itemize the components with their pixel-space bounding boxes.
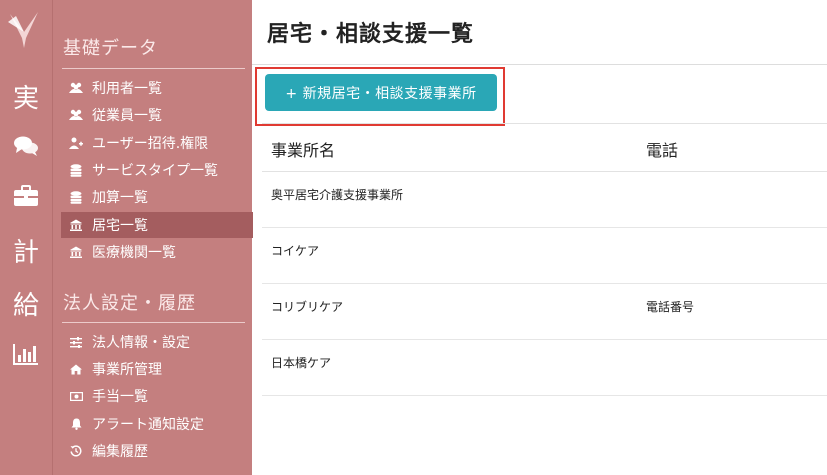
phone-cell: 電話番号 xyxy=(646,300,695,314)
sidebar-item-label: 法人情報・設定 xyxy=(92,335,190,351)
sidebar-item-label: 編集履歴 xyxy=(92,444,148,460)
sidebar-item-employees[interactable]: 従業員一覧 xyxy=(61,102,253,128)
button-divider xyxy=(262,123,827,124)
sidebar-item-edit-history[interactable]: 編集履歴 xyxy=(61,438,253,464)
users-icon xyxy=(69,81,83,95)
sidebar-item-label: 医療機関一覧 xyxy=(92,245,176,261)
sidebar-item-user-invite[interactable]: ユーザー招待.権限 xyxy=(61,130,253,156)
database-icon xyxy=(69,163,83,177)
column-header-phone: 電話 xyxy=(646,141,679,160)
sidebar-item-additions[interactable]: 加算一覧 xyxy=(61,184,253,210)
sidebar-item-corporate-info[interactable]: 法人情報・設定 xyxy=(61,329,253,355)
user-plus-icon xyxy=(69,136,83,150)
sidebar-item-users[interactable]: 利用者一覧 xyxy=(61,75,253,101)
section-divider xyxy=(62,68,245,69)
chat-icon[interactable] xyxy=(0,126,52,166)
sidebar-item-home-care[interactable]: 居宅一覧 xyxy=(61,212,253,238)
sidebar-item-service-types[interactable]: サービスタイプ一覧 xyxy=(61,157,253,183)
rail-kei-icon[interactable]: 計 xyxy=(0,230,52,270)
sidebar-item-label: ユーザー招待.権限 xyxy=(92,136,209,152)
title-divider xyxy=(252,64,827,65)
section-title-corporate: 法人設定・履歴 xyxy=(63,293,196,314)
rail-kyuu-icon[interactable]: 給 xyxy=(0,283,52,323)
institution-icon xyxy=(69,218,83,232)
office-name-cell[interactable]: 日本橋ケア xyxy=(271,354,331,371)
sidebar-item-medical[interactable]: 医療機関一覧 xyxy=(61,239,253,265)
sidebar-item-alerts[interactable]: アラート通知設定 xyxy=(61,411,253,437)
rail-jitsu-icon[interactable]: 実 xyxy=(0,76,52,116)
table-row[interactable]: コリブリケア 電話番号 xyxy=(262,284,827,340)
sidebar-item-label: アラート通知設定 xyxy=(92,417,204,433)
history-icon xyxy=(69,444,83,458)
table-row[interactable]: 日本橋ケア xyxy=(262,340,827,396)
bar-chart-icon[interactable] xyxy=(0,334,52,374)
sidebar-item-label: 利用者一覧 xyxy=(92,81,162,97)
office-name-cell[interactable]: コリブリケア xyxy=(271,298,343,315)
main-content: 居宅・相談支援一覧 + 新規居宅・相談支援事業所 事業所名 電話 奥平居宅介護支… xyxy=(252,0,827,475)
sidebar-item-label: 従業員一覧 xyxy=(92,108,162,124)
button-highlight-frame: + 新規居宅・相談支援事業所 xyxy=(255,67,505,126)
icon-rail: 実 計 給 xyxy=(0,0,52,475)
app-logo[interactable] xyxy=(6,8,42,50)
sliders-icon xyxy=(69,335,83,349)
sidebar-item-label: 手当一覧 xyxy=(92,389,148,405)
page-title: 居宅・相談支援一覧 xyxy=(267,22,475,47)
briefcase-icon[interactable] xyxy=(0,176,52,216)
section-divider xyxy=(62,322,245,323)
table-row[interactable]: 奥平居宅介護支援事業所 xyxy=(262,172,827,228)
users-icon xyxy=(69,108,83,122)
sidebar-item-label: 加算一覧 xyxy=(92,190,148,206)
sidebar: 基礎データ 利用者一覧 従業員一覧 ユーザー招待.権限 サービスタイプ一覧 加算… xyxy=(52,0,253,475)
sidebar-item-office-management[interactable]: 事業所管理 xyxy=(61,356,253,382)
sidebar-item-label: 事業所管理 xyxy=(92,362,162,378)
table-row[interactable]: コイケア xyxy=(262,228,827,284)
sidebar-item-allowances[interactable]: 手当一覧 xyxy=(61,383,253,409)
home-icon xyxy=(69,362,83,376)
section-title-basic-data: 基礎データ xyxy=(63,38,158,59)
database-icon xyxy=(69,190,83,204)
office-name-cell[interactable]: コイケア xyxy=(271,242,319,259)
sidebar-item-label: 居宅一覧 xyxy=(92,218,148,234)
institution-icon xyxy=(69,245,83,259)
new-office-button[interactable]: + 新規居宅・相談支援事業所 xyxy=(265,74,497,111)
column-header-office-name: 事業所名 xyxy=(271,141,336,160)
bell-icon xyxy=(69,417,83,431)
office-name-cell[interactable]: 奥平居宅介護支援事業所 xyxy=(271,186,403,203)
money-icon xyxy=(69,389,83,403)
sidebar-item-label: サービスタイプ一覧 xyxy=(92,163,218,179)
